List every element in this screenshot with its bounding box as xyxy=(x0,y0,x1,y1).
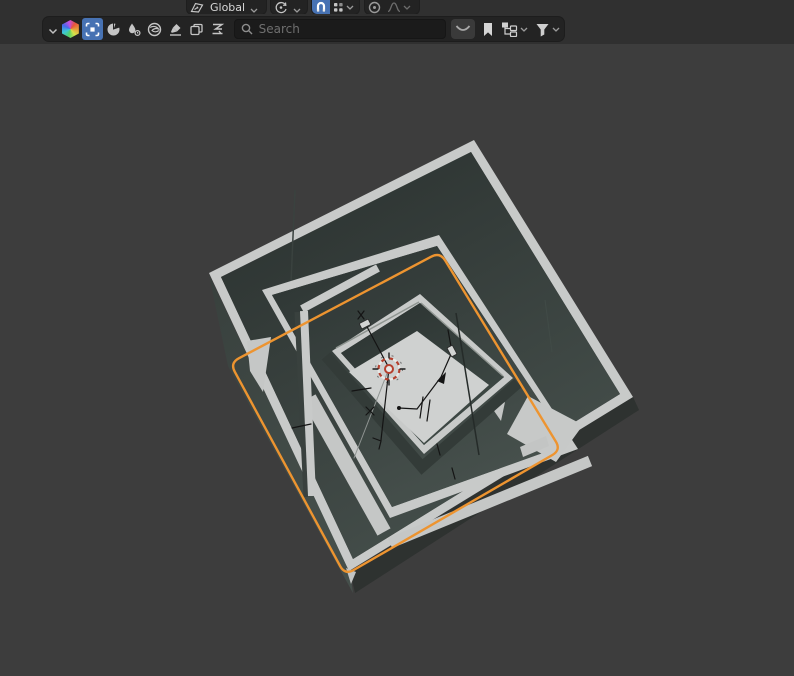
orientation-label: Global xyxy=(210,0,246,14)
swirl-globe-icon xyxy=(148,22,162,36)
pie-segment-icon xyxy=(107,23,120,35)
magnet-icon xyxy=(316,1,326,12)
transform-orientation-dropdown[interactable]: Global xyxy=(186,0,267,14)
tool-zigzag[interactable] xyxy=(207,18,228,40)
pages-icon xyxy=(190,23,203,35)
proportional-editing-group xyxy=(364,0,420,14)
orientation-globe-icon xyxy=(187,0,207,14)
viewport-3d[interactable] xyxy=(0,44,794,676)
curve-arc-icon xyxy=(455,25,471,31)
chevron-down-icon xyxy=(520,27,528,32)
proportional-falloff-dropdown[interactable] xyxy=(384,0,416,14)
chevron-down-icon xyxy=(346,5,354,10)
zigzag-icon xyxy=(212,23,224,34)
filter-dropdown[interactable] xyxy=(533,19,564,39)
brush-icon xyxy=(170,23,182,36)
search-input[interactable]: Search xyxy=(233,19,446,39)
select-box-icon xyxy=(85,22,100,36)
blender-window: Global Search xyxy=(0,0,794,676)
bookmark-icon xyxy=(483,22,492,36)
proportional-circle-icon xyxy=(368,1,381,13)
droplet-icon xyxy=(129,23,141,36)
snapping-group xyxy=(311,0,360,14)
chevron-down-icon xyxy=(552,27,560,32)
curve-arc-button[interactable] xyxy=(450,19,475,39)
viewport-header: Global Search xyxy=(0,0,794,45)
header-row-transform: Global xyxy=(0,0,794,14)
falloff-curve-icon xyxy=(387,2,401,13)
tool-swirl-globe[interactable] xyxy=(144,18,165,40)
chevron-down-icon xyxy=(48,28,58,34)
chevron-down-icon xyxy=(403,5,411,10)
chevron-down-icon xyxy=(250,0,258,14)
hierarchy-tree-icon xyxy=(501,22,518,37)
snap-increment-icon xyxy=(334,2,343,12)
hierarchy-display-dropdown[interactable] xyxy=(500,19,532,39)
bookmark-button[interactable] xyxy=(478,19,498,39)
filter-funnel-icon xyxy=(536,23,549,36)
chevron-down-icon xyxy=(293,0,301,14)
tool-pie-segment[interactable] xyxy=(103,18,124,40)
pivot-rotate-icon xyxy=(271,0,291,14)
tool-pages[interactable] xyxy=(186,18,207,40)
snap-to-dropdown[interactable] xyxy=(330,0,359,14)
tool-header-pill: Search xyxy=(42,16,565,42)
snap-toggle-button[interactable] xyxy=(312,0,330,14)
proportional-edit-toggle[interactable] xyxy=(365,0,384,14)
color-hexagon-icon xyxy=(62,20,79,38)
tool-brush[interactable] xyxy=(165,18,186,40)
pivot-point-dropdown[interactable] xyxy=(270,0,308,14)
tool-droplet[interactable] xyxy=(124,18,145,40)
search-placeholder: Search xyxy=(258,22,300,36)
collapse-header-button[interactable] xyxy=(48,20,58,39)
magnifier-icon xyxy=(241,23,253,35)
tool-select-box[interactable] xyxy=(81,18,103,40)
